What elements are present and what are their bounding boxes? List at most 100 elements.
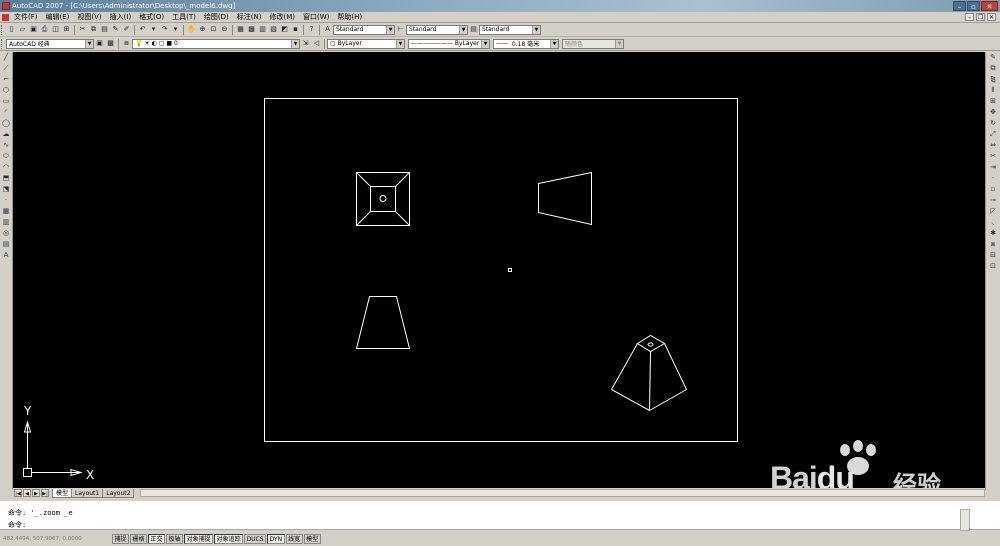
copy-icon[interactable]: ⧉ <box>988 63 999 74</box>
tab-model[interactable]: 模型 <box>52 488 73 498</box>
explode-icon[interactable]: ✱ <box>988 228 999 239</box>
next-tab-icon[interactable]: ▶ <box>32 489 40 497</box>
menu-dimension[interactable]: 标注(N) <box>233 12 266 22</box>
join-icon[interactable]: ⊸ <box>988 195 999 206</box>
text-style-select[interactable]: Standard ▼ <box>333 24 395 35</box>
doc-minimize-icon[interactable]: – <box>965 13 974 21</box>
toolbar-grip[interactable] <box>1 24 4 35</box>
command-window[interactable]: 命令: '_.zoom _e 命令: <box>0 499 1000 531</box>
hatch-icon[interactable]: ▦ <box>1 206 12 217</box>
zoom-previous-icon[interactable]: ⊖ <box>220 25 230 35</box>
close-icon[interactable]: ✕ <box>981 1 998 11</box>
make-block-icon[interactable]: ⬔ <box>1 184 12 195</box>
toggle-ortho[interactable]: 正交 <box>148 533 166 544</box>
title-bar[interactable]: AutoCAD 2007 - [C:\Users\Administrator\D… <box>0 0 1000 12</box>
frustum-top-view[interactable] <box>356 172 410 226</box>
table-style-icon[interactable]: ▤ <box>469 25 479 35</box>
frustum-front-view[interactable] <box>355 296 411 349</box>
first-tab-icon[interactable]: |◀ <box>14 489 22 497</box>
chamfer-icon[interactable]: ◸ <box>988 206 999 217</box>
circle-icon[interactable]: ◯ <box>1 118 12 129</box>
menu-tools[interactable]: 工具(T) <box>168 12 200 22</box>
zoom-realtime-icon[interactable]: ⊕ <box>198 25 208 35</box>
open-file-icon[interactable]: ▱ <box>18 25 28 35</box>
tab-layout2[interactable]: Layout2 <box>102 488 135 498</box>
zoom-window-icon[interactable]: ⊡ <box>209 25 219 35</box>
paste-icon[interactable]: ▤ <box>100 25 110 35</box>
offset-icon[interactable]: ⫴ <box>988 85 999 96</box>
toggle-grid[interactable]: 栅格 <box>130 533 148 544</box>
dim-style-select[interactable]: Standard ▼ <box>406 24 468 35</box>
properties-icon[interactable]: ⊡ <box>988 261 999 272</box>
design-center-icon[interactable]: ▩ <box>247 25 257 35</box>
markup-icon[interactable]: ◩ <box>280 25 290 35</box>
undo-icon[interactable]: ↶ <box>138 25 148 35</box>
polygon-icon[interactable]: ⬡ <box>1 85 12 96</box>
multiline-text-icon[interactable]: A <box>1 250 12 261</box>
toggle-lineweight[interactable]: 线宽 <box>285 533 303 544</box>
move-icon[interactable]: ✥ <box>988 107 999 118</box>
maximize-icon[interactable]: ▫ <box>967 1 980 11</box>
menu-file[interactable]: 文件(F) <box>10 12 42 22</box>
autocad-app-icon[interactable] <box>2 2 10 10</box>
menu-draw[interactable]: 绘图(D) <box>200 12 233 22</box>
text-style-icon[interactable]: A <box>323 25 333 35</box>
scale-icon[interactable]: ⤢ <box>988 129 999 140</box>
doc-restore-icon[interactable]: ❐ <box>976 13 985 21</box>
minimize-icon[interactable]: – <box>953 1 966 11</box>
properties-palette-icon[interactable]: ▦ <box>236 25 246 35</box>
prev-tab-icon[interactable]: ◀ <box>23 489 31 497</box>
gradient-icon[interactable]: ▥ <box>1 217 12 228</box>
menu-modify[interactable]: 修改(M) <box>265 12 299 22</box>
redo-icon[interactable]: ↷ <box>160 25 170 35</box>
menu-view[interactable]: 视图(V) <box>73 12 105 22</box>
menu-insert[interactable]: 插入(I) <box>106 12 136 22</box>
block-editor-icon[interactable]: ✐ <box>122 25 132 35</box>
toggle-ducs[interactable]: DUCS <box>244 533 267 544</box>
undo-dropdown-icon[interactable]: ▾ <box>149 25 159 35</box>
arc-icon[interactable]: ◜ <box>1 107 12 118</box>
drawing-area[interactable]: Y X <box>13 52 985 488</box>
point-icon[interactable]: · <box>1 195 12 206</box>
pan-icon[interactable]: ✋ <box>187 25 197 35</box>
line-icon[interactable]: ╱ <box>1 52 12 63</box>
revision-cloud-icon[interactable]: ☁ <box>1 129 12 140</box>
region-icon[interactable]: ◎ <box>1 228 12 239</box>
frustum-side-view[interactable] <box>538 171 592 226</box>
lineweight-control-select[interactable]: —— 0.18 毫米 ▼ <box>493 38 559 49</box>
draworder-icon[interactable]: ⧈ <box>988 239 999 250</box>
last-tab-icon[interactable]: ▶| <box>41 489 49 497</box>
center-point-marker[interactable] <box>508 268 512 272</box>
menu-format[interactable]: 格式(O) <box>135 12 168 22</box>
tool-palettes-icon[interactable]: ▥ <box>258 25 268 35</box>
stretch-icon[interactable]: ⇔ <box>988 140 999 151</box>
rotate-icon[interactable]: ↻ <box>988 118 999 129</box>
layer-previous-icon[interactable]: ◁ <box>312 39 322 49</box>
toggle-dyn[interactable]: DYN <box>267 533 285 544</box>
insert-block-icon[interactable]: ⬒ <box>1 173 12 184</box>
break-icon[interactable]: ▫ <box>988 184 999 195</box>
toggle-snap[interactable]: 捕捉 <box>112 533 130 544</box>
horizontal-scrollbar[interactable] <box>140 489 985 497</box>
toggle-otrack[interactable]: 对象追踪 <box>214 533 244 544</box>
redo-dropdown-icon[interactable]: ▾ <box>171 25 181 35</box>
erase-icon[interactable]: ✎ <box>988 52 999 63</box>
layer-icon[interactable]: ⊟ <box>988 250 999 261</box>
doc-close-icon[interactable]: ✕ <box>987 13 996 21</box>
rectangle-icon[interactable]: ▭ <box>1 96 12 107</box>
new-file-icon[interactable]: ▯ <box>7 25 17 35</box>
coordinate-readout[interactable]: 482.4494, 507.9067, 0.0000 <box>0 534 112 544</box>
toggle-model[interactable]: 模型 <box>303 533 321 544</box>
linetype-control-select[interactable]: ——————— ByLayer ▼ <box>408 38 490 49</box>
cut-icon[interactable]: ✂ <box>78 25 88 35</box>
command-scrollbar[interactable] <box>960 509 970 531</box>
break-at-point-icon[interactable]: · <box>988 173 999 184</box>
workspace-save-icon[interactable]: ▩ <box>106 39 116 49</box>
save-icon[interactable]: ▣ <box>29 25 39 35</box>
workspace-settings-icon[interactable]: ▣ <box>95 39 105 49</box>
print-preview-icon[interactable]: ◫ <box>51 25 61 35</box>
fillet-icon[interactable]: ◟ <box>988 217 999 228</box>
print-icon[interactable]: ⎙ <box>40 25 50 35</box>
command-prompt[interactable]: 命令: <box>8 520 26 530</box>
make-object-layer-current-icon[interactable]: ⇲ <box>301 39 311 49</box>
